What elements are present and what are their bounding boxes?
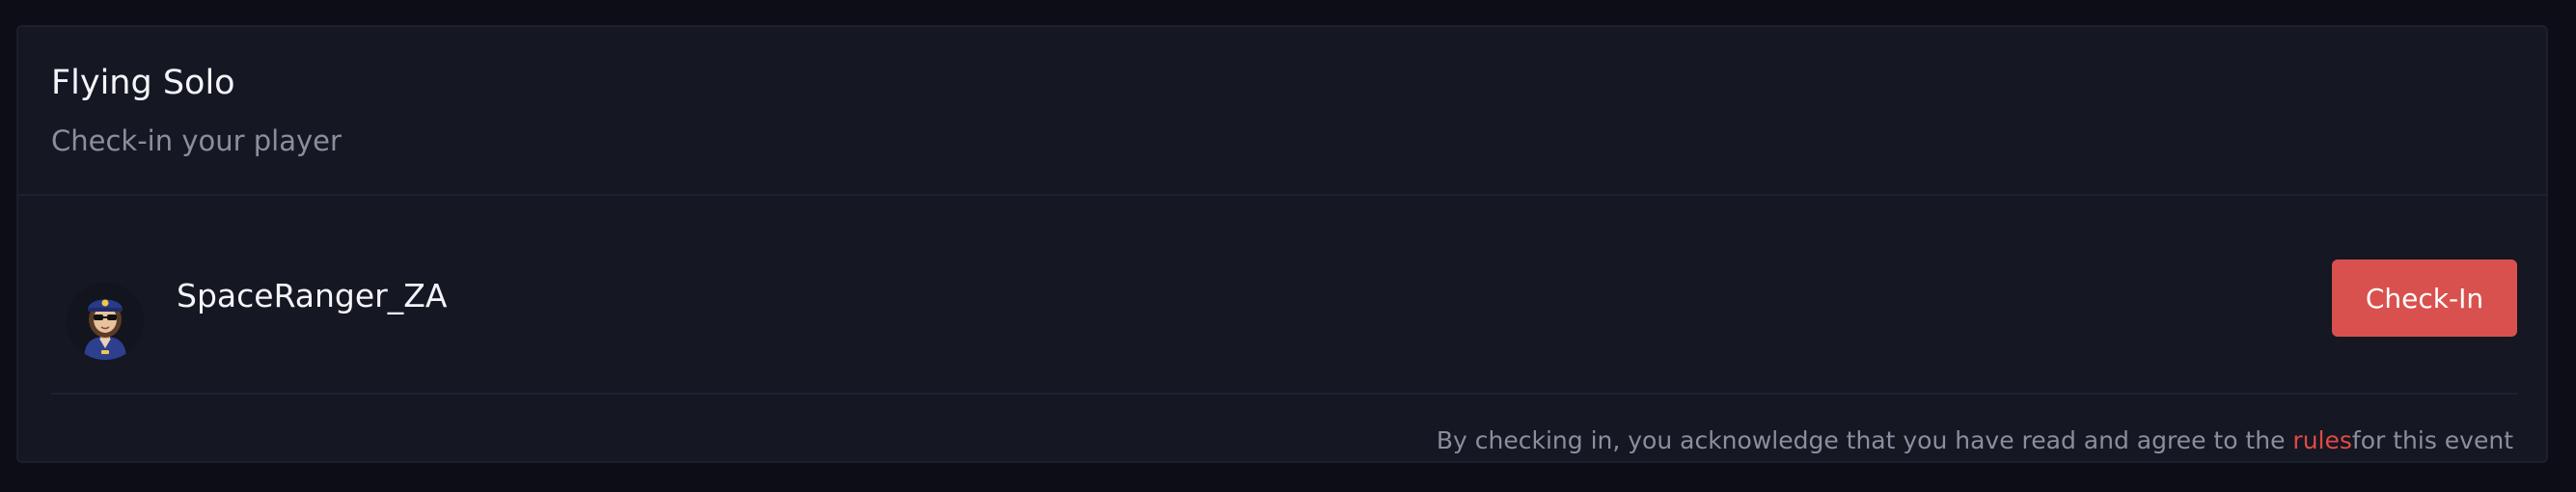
card-header: Flying Solo Check-in your player bbox=[18, 27, 2546, 196]
rules-link[interactable]: rules bbox=[2292, 426, 2351, 454]
astronaut-avatar-icon bbox=[67, 283, 144, 360]
disclaimer-suffix: for this event bbox=[2351, 426, 2513, 454]
rules-disclaimer: By checking in, you acknowledge that you… bbox=[1437, 426, 2513, 454]
player-avatar bbox=[67, 283, 144, 360]
check-in-button[interactable]: Check-In bbox=[2332, 260, 2517, 337]
card-title: Flying Solo bbox=[51, 64, 235, 102]
card-subtitle: Check-in your player bbox=[51, 124, 342, 157]
disclaimer-prefix: By checking in, you acknowledge that you… bbox=[1436, 426, 2293, 454]
event-checkin-card: Flying Solo Check-in your player SpaceRa… bbox=[16, 25, 2548, 463]
player-name: SpaceRanger_ZA bbox=[177, 277, 448, 314]
player-row: SpaceRanger_ZA Check-In bbox=[51, 196, 2517, 395]
